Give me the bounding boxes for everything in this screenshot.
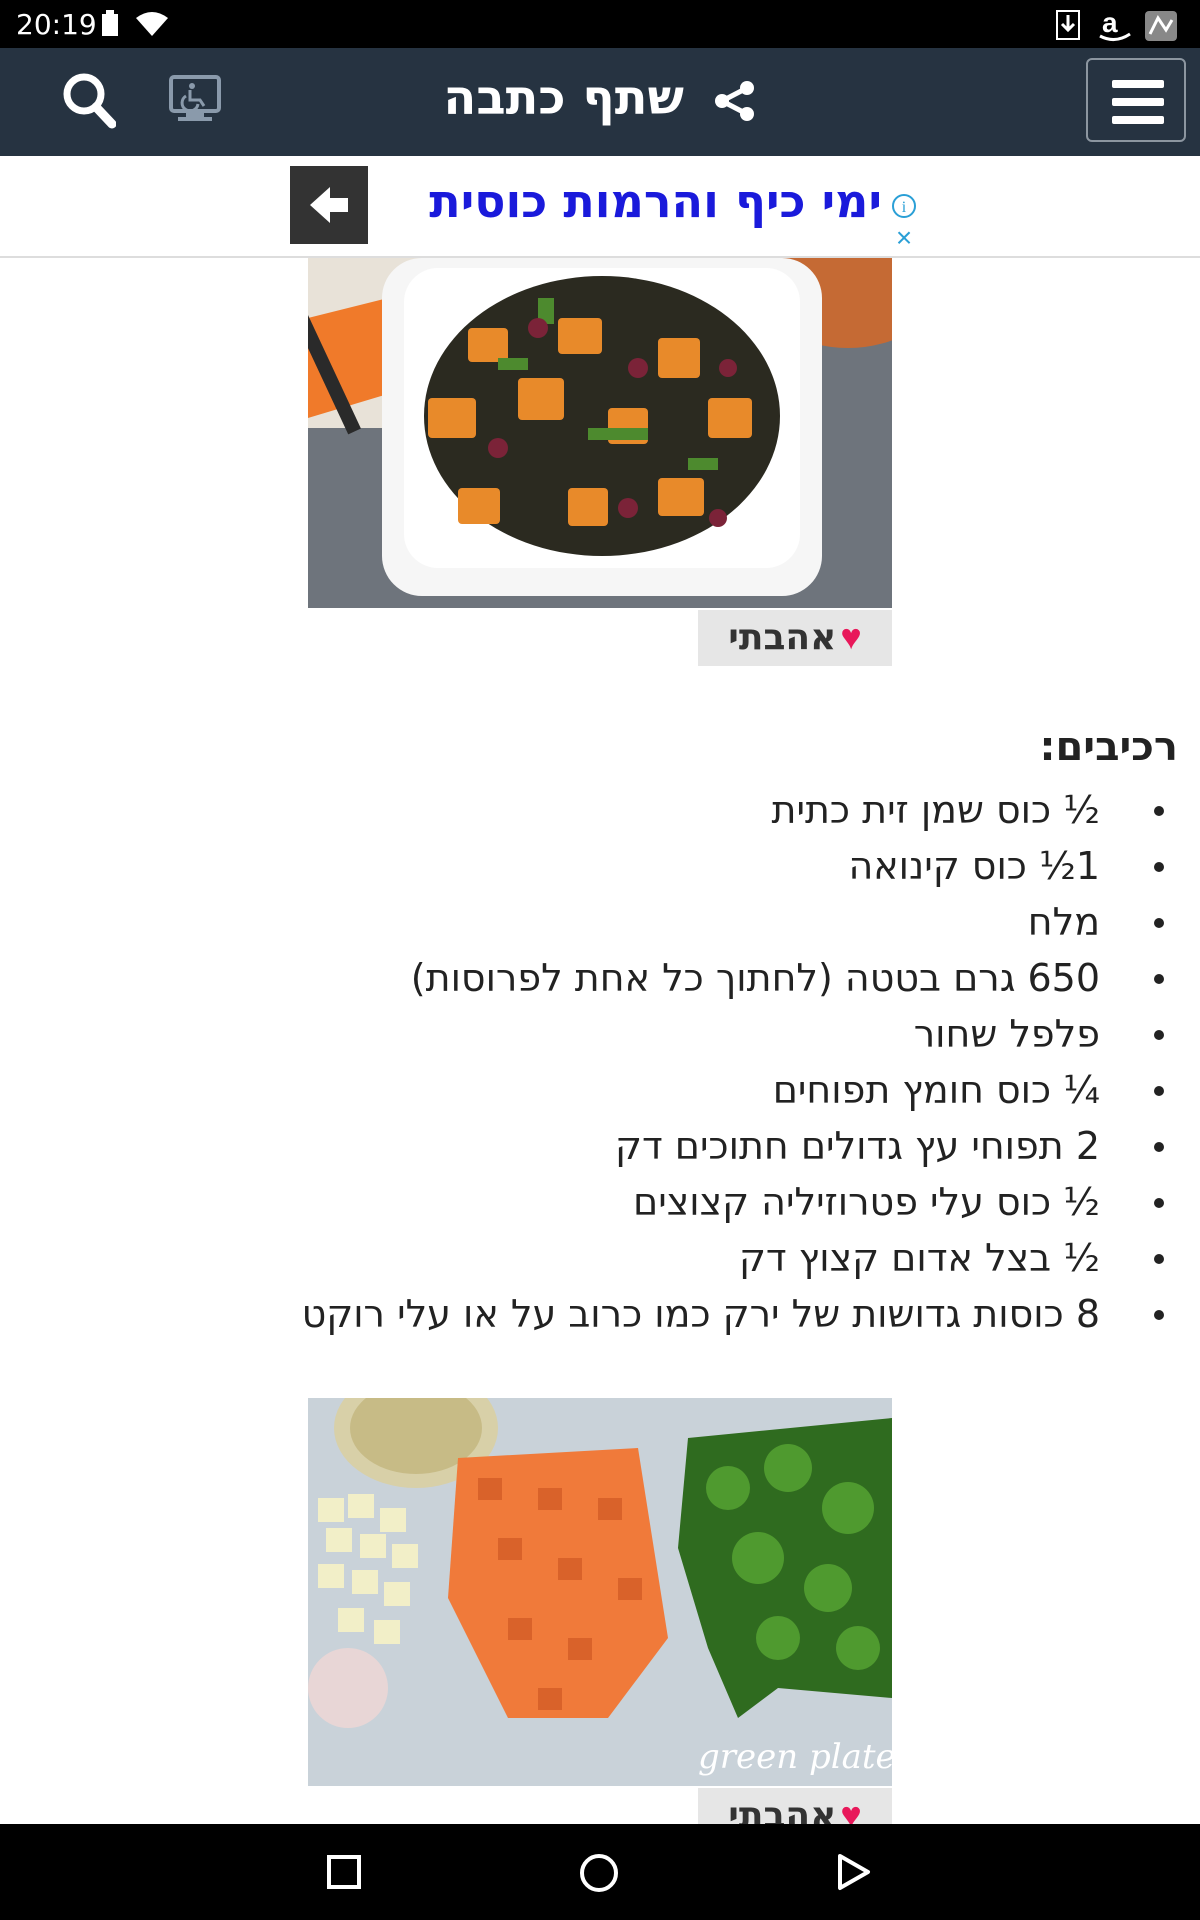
status-bar: 20:19 a [0,0,1200,48]
svg-text:i: i [902,199,907,216]
ingredient-text: 1½ כוס קינואה [848,844,1100,888]
ingredient-item: 1½ כוס קינואה [302,838,1164,894]
bullet [1154,1030,1164,1040]
ingredient-item: 650 גרם בטטה (לחתוך כל אחת לפרוסות) [302,950,1164,1006]
recents-icon[interactable] [326,1854,362,1890]
ingredient-item: ½ כוס שמן זית כתית [302,782,1164,838]
bullet [1154,1198,1164,1208]
bullet [1154,974,1164,984]
system-nav-bar [0,1824,1200,1920]
battery-icon [102,10,118,36]
ingredients-title: רכיבים: [1039,724,1178,770]
bullet [1154,862,1164,872]
ingredient-item: פלפל שחור [302,1006,1164,1062]
ingredient-item: ¼ כוס חומץ תפוחים [302,1062,1164,1118]
app-header: שתף כתבה [0,48,1200,156]
ad-banner[interactable]: ימי כיף והרמות כוסית i × [0,156,1200,258]
ingredient-text: מלח [1027,900,1100,944]
app-notification-icon [1145,11,1177,41]
status-time: 20:19 [16,8,97,41]
chopped-ingredients-image: green plate rule [308,1398,892,1786]
svg-text:a: a [1102,10,1118,38]
menu-button[interactable] [1086,58,1186,142]
ad-close-icon[interactable]: × [890,224,918,252]
ingredient-text: 650 גרם בטטה (לחתוך כל אחת לפרוסות) [410,956,1100,1000]
like-label: אהבתי [728,1795,837,1824]
bullet [1154,1086,1164,1096]
ad-text[interactable]: ימי כיף והרמות כוסית [380,174,882,228]
salad-photo [308,258,892,608]
ingredient-item: ½ כוס עלי פטרוזיליה קצוצים [302,1174,1164,1230]
ingredient-text: ½ כוס שמן זית כתית [771,788,1100,832]
chopped-ingredients-photo: green plate rule [308,1398,892,1786]
ingredient-text: פלפל שחור [913,1012,1100,1056]
share-title-text: שתף כתבה [443,70,684,126]
watermark-text: green plate rule [698,1737,892,1777]
ingredients-list: ½ כוס שמן זית כתית 1½ כוס קינואה מלח 650… [301,782,1164,1342]
share-icon [714,81,754,121]
ingredient-text: ½ בצל אדום קצוץ דק [738,1236,1100,1280]
back-icon[interactable] [834,1852,874,1892]
ingredient-item: 8 כוסות גדושות של ירק כמו כרוב על או עלי… [301,1286,1164,1342]
share-article-title[interactable]: שתף כתבה [0,70,1200,126]
ingredient-text: 2 תפוחי עץ גדולים חתוכים דק [615,1124,1100,1168]
download-icon [1056,10,1080,40]
like-label: אהבתי [728,617,837,658]
menu-bar-3 [1112,116,1164,124]
bullet [1154,1142,1164,1152]
bullet [1154,1310,1164,1320]
menu-bar-1 [1112,80,1164,88]
ingredient-item: ½ בצל אדום קצוץ דק [302,1230,1164,1286]
ingredient-text: ½ כוס עלי פטרוזיליה קצוצים [632,1180,1100,1224]
like-button-1[interactable]: ♥אהבתי [698,610,892,666]
heart-icon: ♥ [840,1794,862,1824]
heart-icon: ♥ [840,616,862,657]
ingredient-text: 8 כוסות גדושות של ירק כמו כרוב על או עלי… [301,1292,1100,1336]
ingredient-item: מלח [302,894,1164,950]
bullet [1154,1254,1164,1264]
ad-back-button[interactable] [290,166,368,244]
bullet [1154,806,1164,816]
amazon-icon: a [1099,10,1131,41]
arrow-left-icon [310,187,348,223]
ingredient-text: ¼ כוס חומץ תפוחים [772,1068,1100,1112]
home-icon[interactable] [578,1852,620,1894]
menu-bar-2 [1112,98,1164,106]
bullet [1154,918,1164,928]
wifi-icon [136,12,168,36]
like-button-2[interactable]: ♥אהבתי [698,1788,892,1824]
ingredient-item: 2 תפוחי עץ גדולים חתוכים דק [302,1118,1164,1174]
ad-info-icon[interactable]: i [890,192,918,220]
salad-image [308,258,892,608]
